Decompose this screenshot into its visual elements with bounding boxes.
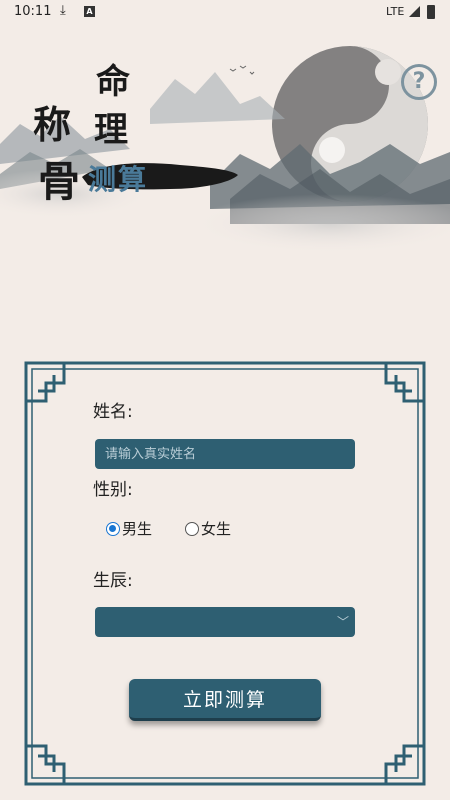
help-button[interactable]: ? bbox=[401, 64, 437, 100]
download-icon: ⤓ bbox=[60, 3, 66, 18]
gender-option-label: 女生 bbox=[201, 520, 232, 538]
title-char-cheng: 称 bbox=[33, 102, 72, 147]
title-char-gu: 骨 bbox=[38, 157, 81, 206]
title-char-li: 理 bbox=[94, 110, 128, 150]
gender-option-label: 男生 bbox=[122, 520, 153, 538]
app-notification-icon: A bbox=[84, 6, 95, 17]
status-time: 10:11 bbox=[14, 4, 52, 19]
submit-button[interactable]: 立即测算 bbox=[129, 679, 321, 721]
gender-radio-female[interactable]: 女生 bbox=[185, 518, 231, 539]
gender-radio-male[interactable]: 男生 bbox=[106, 518, 152, 539]
radio-unchecked-icon[interactable] bbox=[185, 521, 199, 536]
decorative-frame bbox=[24, 361, 426, 786]
form-panel bbox=[24, 361, 426, 786]
signal-icon bbox=[409, 6, 420, 17]
title-cesuan: 测算 bbox=[88, 163, 149, 196]
name-label: 姓名: bbox=[93, 402, 133, 422]
radio-checked-icon[interactable] bbox=[106, 521, 120, 536]
gender-label: 性别: bbox=[93, 480, 133, 500]
battery-icon bbox=[427, 5, 435, 19]
name-input[interactable] bbox=[95, 439, 355, 469]
birds bbox=[229, 65, 255, 75]
birth-select[interactable]: ﹀ bbox=[95, 607, 355, 637]
title-char-ming: 命 bbox=[96, 62, 130, 102]
birth-label: 生辰: bbox=[93, 571, 133, 591]
network-type: LTE bbox=[386, 5, 405, 18]
header-banner: 命 理 称 骨 测算 ? bbox=[0, 24, 450, 260]
status-bar: 10:11 ⤓ A LTE bbox=[0, 0, 450, 24]
chevron-down-icon: ﹀ bbox=[336, 615, 349, 629]
